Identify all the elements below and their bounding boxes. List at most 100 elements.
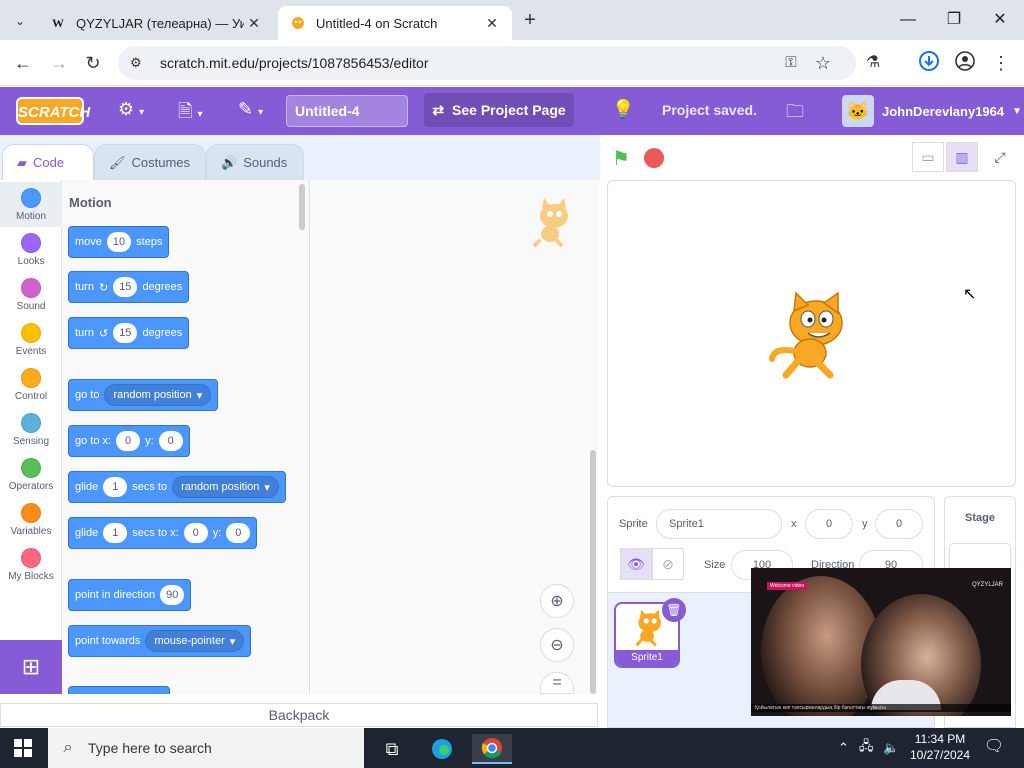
x-input[interactable]: 0 bbox=[116, 431, 141, 451]
backpack-bar[interactable]: Backpack bbox=[0, 703, 598, 727]
account-menu[interactable]: 🐱 JohnDerevlany1964 ▼ bbox=[842, 95, 1022, 127]
category-variables[interactable]: Variables bbox=[0, 497, 62, 542]
settings-gear-icon[interactable]: ⚙ ▾ bbox=[118, 99, 144, 123]
add-extension-button[interactable]: ⊞ bbox=[0, 640, 62, 694]
towards-target-dropdown[interactable]: mouse-pointer ▾ bbox=[145, 630, 245, 652]
my-stuff-folder-icon[interactable]: 🗀 bbox=[786, 99, 804, 129]
direction-input[interactable]: 90 bbox=[160, 585, 185, 605]
edge-icon[interactable] bbox=[422, 734, 462, 764]
close-tab-icon[interactable]: ✕ bbox=[244, 15, 264, 32]
windows-taskbar: ⌕ Type here to search ⧉ ⌃ 🖧 🔈 11:34 PM 1… bbox=[0, 728, 1024, 768]
scratch-menu-bar: SCRATCH ⚙ ▾ 🗎 ▾ ✎ ▾ Untitled-4 ⇄ See Pro… bbox=[0, 87, 1024, 135]
delete-sprite-icon[interactable]: 🗑 bbox=[662, 598, 686, 622]
glide-target-dropdown[interactable]: random position ▾ bbox=[172, 476, 279, 498]
see-project-page-button[interactable]: ⇄ See Project Page bbox=[424, 93, 574, 127]
block-point-in-direction[interactable]: point in direction 90 bbox=[68, 579, 192, 611]
browser-tab-wikipedia[interactable]: W QYZYLJAR (телеарна) — Уикип ✕ bbox=[38, 6, 274, 40]
block-point-towards[interactable]: point towards mouse-pointer ▾ bbox=[68, 625, 252, 657]
category-sensing[interactable]: Sensing bbox=[0, 407, 62, 452]
degrees-input[interactable]: 15 bbox=[113, 277, 138, 297]
forward-icon[interactable]: → bbox=[46, 50, 72, 76]
taskbar-clock[interactable]: 11:34 PM 10/27/2024 bbox=[900, 731, 980, 763]
profile-icon[interactable] bbox=[952, 50, 978, 76]
volume-icon[interactable]: 🔈 bbox=[883, 740, 899, 756]
download-icon[interactable] bbox=[916, 50, 942, 76]
category-sound[interactable]: Sound bbox=[0, 272, 62, 317]
sprite-cat[interactable] bbox=[768, 289, 856, 381]
steps-input[interactable]: 10 bbox=[106, 232, 132, 252]
secs-input[interactable]: 1 bbox=[103, 477, 128, 497]
restore-icon[interactable]: ❐ bbox=[934, 8, 974, 32]
notifications-icon[interactable]: 🗨 bbox=[982, 736, 1006, 760]
sprite-name-input[interactable]: Sprite1 bbox=[656, 509, 782, 539]
secs-input[interactable]: 1 bbox=[103, 523, 128, 543]
block-glide-xy[interactable]: glide 1 secs to x: 0 y: 0 bbox=[68, 517, 258, 549]
script-area-scrollbar[interactable] bbox=[590, 450, 596, 694]
close-tab-icon[interactable]: ✕ bbox=[482, 15, 502, 32]
category-control[interactable]: Control bbox=[0, 362, 62, 407]
block-move-steps[interactable]: move 10 steps bbox=[68, 226, 170, 258]
edit-pencil-icon[interactable]: ✎ ▾ bbox=[238, 99, 263, 123]
tab-costumes[interactable]: 🖌 Costumes bbox=[94, 144, 206, 180]
y-position-input[interactable]: 0 bbox=[875, 509, 923, 539]
tray-chevron-up-icon[interactable]: ⌃ bbox=[838, 740, 849, 756]
window-close-icon[interactable]: ✕ bbox=[980, 8, 1020, 32]
browser-tab-scratch[interactable]: Untitled-4 on Scratch ✕ bbox=[278, 6, 512, 40]
hide-sprite-button[interactable]: ⊘ bbox=[652, 548, 684, 580]
category-operators[interactable]: Operators bbox=[0, 452, 62, 497]
small-stage-icon[interactable]: ▭ bbox=[912, 142, 944, 172]
back-icon[interactable]: ← bbox=[10, 50, 36, 76]
reload-icon[interactable]: ↻ bbox=[80, 50, 106, 76]
category-events[interactable]: Events bbox=[0, 317, 62, 362]
block-partial-next[interactable] bbox=[68, 686, 170, 694]
chrome-icon[interactable] bbox=[472, 734, 512, 764]
new-tab-button[interactable]: + bbox=[518, 8, 542, 32]
password-key-icon[interactable]: ⚿ bbox=[778, 50, 804, 76]
y-input[interactable]: 0 bbox=[226, 523, 251, 543]
fullscreen-icon[interactable]: ⤢ bbox=[984, 142, 1016, 172]
block-glide-to[interactable]: glide 1 secs to random position ▾ bbox=[68, 471, 286, 503]
project-title-input[interactable]: Untitled-4 bbox=[286, 95, 408, 127]
green-flag-icon[interactable]: ⚑ bbox=[612, 146, 630, 171]
task-view-icon[interactable]: ⧉ bbox=[372, 734, 412, 764]
palette-scrollbar[interactable] bbox=[299, 184, 305, 230]
show-sprite-button[interactable]: 👁 bbox=[620, 548, 652, 580]
tab-search-button[interactable]: ⌄ bbox=[8, 9, 32, 33]
swap-arrows-icon: ⇄ bbox=[432, 101, 445, 118]
block-text: degrees bbox=[142, 281, 183, 293]
block-turn-right[interactable]: turn ↻ 15 degrees bbox=[68, 271, 190, 303]
tab-sounds[interactable]: 🔊 Sounds bbox=[206, 144, 304, 180]
block-go-to[interactable]: go to random position ▾ bbox=[68, 379, 219, 411]
url-field[interactable]: ⚙ scratch.mit.edu/projects/1087856453/ed… bbox=[118, 46, 856, 80]
windows-start-icon[interactable] bbox=[14, 739, 32, 757]
zoom-in-button[interactable]: ⊕ bbox=[540, 584, 574, 618]
file-menu-icon[interactable]: 🗎 ▾ bbox=[178, 99, 203, 123]
browser-menu-icon[interactable]: ⋮ bbox=[988, 50, 1014, 76]
goto-target-dropdown[interactable]: random position ▾ bbox=[104, 384, 212, 406]
zoom-out-button[interactable]: ⊖ bbox=[540, 628, 574, 662]
stage-canvas[interactable] bbox=[607, 180, 1016, 487]
minimize-icon[interactable]: — bbox=[888, 8, 928, 32]
bookmark-star-icon[interactable]: ☆ bbox=[810, 50, 836, 76]
debug-bulb-icon[interactable]: 💡 bbox=[612, 99, 634, 123]
size-label: Size bbox=[704, 559, 726, 571]
stop-icon[interactable] bbox=[644, 148, 664, 168]
degrees-input[interactable]: 15 bbox=[113, 323, 138, 343]
tab-code[interactable]: ▰ Code bbox=[2, 144, 94, 180]
video-overlay[interactable]: Welcome video QYZYLJAR Қойылатын көп тап… bbox=[751, 568, 1011, 716]
x-input[interactable]: 0 bbox=[183, 523, 208, 543]
taskbar-search-box[interactable]: ⌕ Type here to search bbox=[48, 728, 364, 768]
x-position-input[interactable]: 0 bbox=[805, 509, 853, 539]
site-info-icon[interactable]: ⚙ bbox=[130, 55, 152, 71]
y-input[interactable]: 0 bbox=[158, 431, 183, 451]
scratch-logo[interactable]: SCRATCH bbox=[16, 97, 90, 125]
block-turn-left[interactable]: turn ↺ 15 degrees bbox=[68, 317, 190, 349]
category-motion[interactable]: Motion bbox=[0, 182, 62, 227]
category-looks[interactable]: Looks bbox=[0, 227, 62, 272]
labs-flask-icon[interactable]: ⚗ bbox=[860, 50, 886, 76]
network-icon[interactable]: 🖧 bbox=[859, 737, 874, 759]
category-my-blocks[interactable]: My Blocks bbox=[0, 542, 62, 587]
normal-stage-icon[interactable]: ▥ bbox=[946, 142, 978, 172]
block-go-to-xy[interactable]: go to x: 0 y: 0 bbox=[68, 425, 190, 457]
taskbar-search-placeholder: Type here to search bbox=[88, 740, 212, 756]
